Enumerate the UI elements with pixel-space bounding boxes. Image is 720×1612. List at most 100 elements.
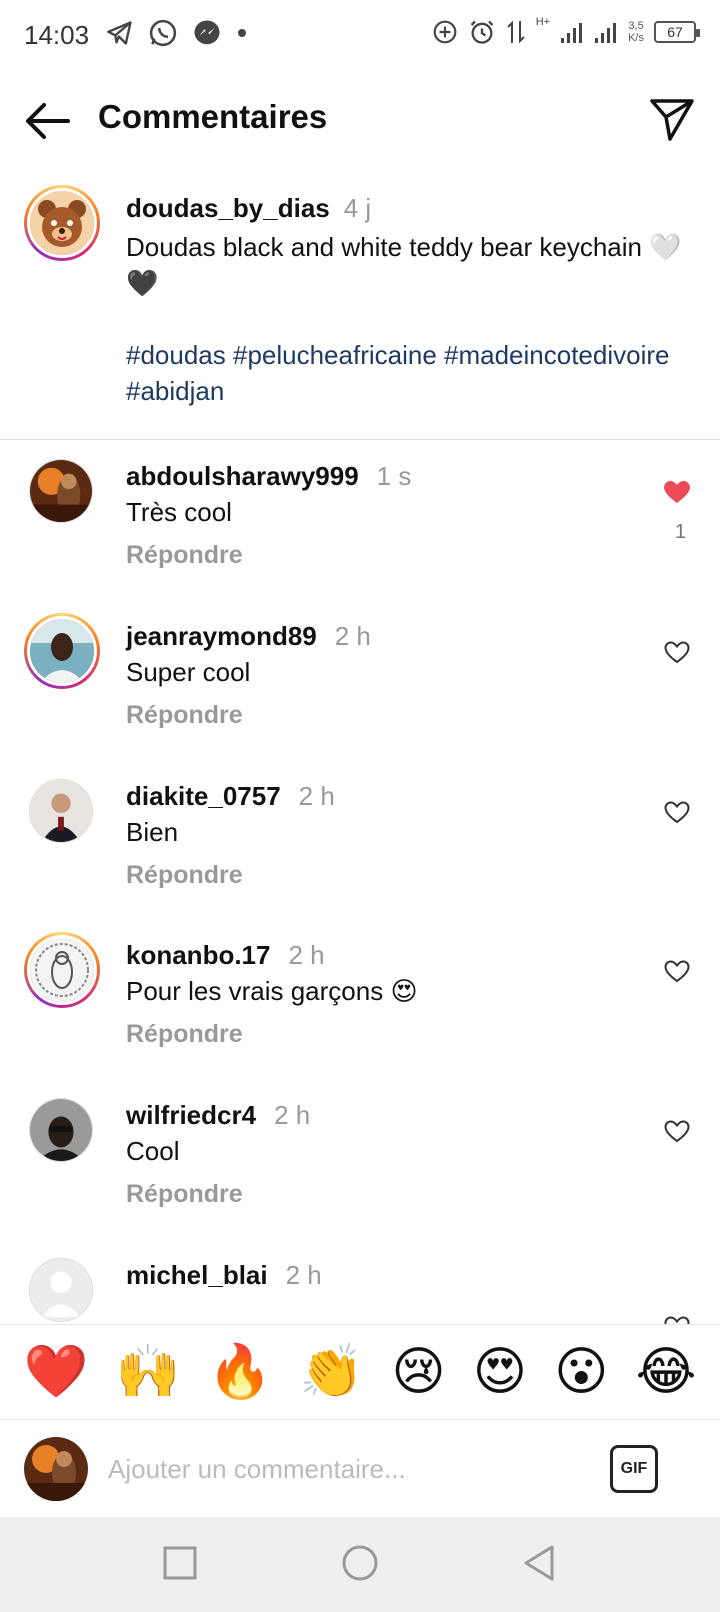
comment-item: diakite_0757 2 h Bien Répondre xyxy=(0,775,720,939)
comment-input[interactable] xyxy=(108,1447,578,1491)
emoji-fire-button[interactable]: 🔥 xyxy=(207,1342,272,1402)
caption-text: Doudas black and white teddy bear keycha… xyxy=(126,232,682,298)
comment-time: 2 h xyxy=(274,1100,311,1130)
signal-icon-1 xyxy=(561,23,583,43)
emoji-crying-button[interactable]: 😢 xyxy=(391,1342,445,1402)
comment-text: Bien xyxy=(126,817,179,847)
like-count: 1 xyxy=(674,521,686,543)
commenter-avatar[interactable] xyxy=(29,1098,93,1162)
comment-item: michel_blai 2 h xyxy=(0,1254,720,1324)
comment-user-line: jeanraymond89 2 h xyxy=(126,621,371,652)
caption-username-line: doudas_by_dias 4 j xyxy=(126,193,371,224)
reply-button[interactable]: Répondre xyxy=(126,541,243,570)
avatar-image xyxy=(30,780,92,842)
header: Commentaires xyxy=(0,80,720,160)
heart-outline-icon[interactable] xyxy=(664,960,690,984)
comment-username[interactable]: diakite_0757 xyxy=(126,781,281,811)
commenter-avatar[interactable] xyxy=(29,1258,93,1322)
comment-user-line: wilfriedcr4 2 h xyxy=(126,1100,310,1131)
caption-time: 4 j xyxy=(343,193,372,223)
reply-button[interactable]: Répondre xyxy=(126,701,243,730)
comment-username[interactable]: konanbo.17 xyxy=(126,940,270,970)
speed-unit: K/s xyxy=(628,32,644,44)
status-bar: 14:03 H+ 3,5 K/s 67 xyxy=(0,0,720,72)
data-saver-icon xyxy=(433,20,457,44)
comment-time: 2 h xyxy=(334,621,371,651)
data-transfer-icon xyxy=(507,20,525,44)
heart-outline-icon[interactable] xyxy=(664,1316,690,1324)
commenter-avatar[interactable] xyxy=(29,459,93,523)
battery-icon: 67 xyxy=(654,21,700,43)
avatar-image xyxy=(30,619,94,683)
signal-icon-2 xyxy=(595,23,617,43)
emoji-raised-hands-button[interactable]: 🙌 xyxy=(116,1342,181,1402)
commenter-avatar[interactable] xyxy=(24,613,100,689)
messenger-icon xyxy=(194,20,220,45)
avatar-image xyxy=(30,1099,92,1161)
comment-item: jeanraymond89 2 h Super cool Répondre xyxy=(0,613,720,779)
comment-text: Pour les vrais garçons 😍 xyxy=(126,976,418,1006)
more-notifications-icon xyxy=(238,29,246,37)
page-title: Commentaires xyxy=(98,98,328,135)
comment-time: 2 h xyxy=(285,1260,322,1290)
comment-text: Très cool xyxy=(126,497,232,527)
speed-value: 3,5 xyxy=(628,20,644,32)
reply-button[interactable]: Répondre xyxy=(126,861,243,890)
telegram-icon xyxy=(107,21,132,45)
home-icon[interactable] xyxy=(340,1543,380,1583)
comment-user-line: michel_blai 2 h xyxy=(126,1260,322,1291)
caption-username[interactable]: doudas_by_dias xyxy=(126,193,330,223)
emoji-heart-button[interactable]: ❤️ xyxy=(24,1342,89,1402)
caption-hashtags[interactable]: #doudas #pelucheafricaine #madeincotediv… xyxy=(126,337,686,409)
teddy-bear-logo xyxy=(30,191,94,255)
commenter-avatar[interactable] xyxy=(29,779,93,843)
gif-button[interactable]: GIF xyxy=(610,1445,658,1493)
comment-item: wilfriedcr4 2 h Cool Répondre xyxy=(0,1094,720,1258)
heart-outline-icon[interactable] xyxy=(664,801,690,825)
alarm-icon xyxy=(470,20,494,44)
gif-label: GIF xyxy=(620,1460,648,1477)
back-nav-icon[interactable] xyxy=(520,1543,560,1583)
comment-item: abdoulsharawy999 1 s Très cool Répondre 1 xyxy=(0,455,720,619)
notification-icons xyxy=(106,18,248,48)
status-time: 14:03 xyxy=(24,20,90,50)
emoji-clapping-button[interactable]: 👏 xyxy=(299,1342,364,1402)
system-status-icons: H+ 3,5 K/s 67 xyxy=(432,16,700,46)
comment-user-line: abdoulsharawy999 1 s xyxy=(126,461,411,492)
comment-time: 2 h xyxy=(298,781,335,811)
send-icon[interactable] xyxy=(648,95,696,143)
whatsapp-icon xyxy=(149,19,177,47)
commenter-avatar[interactable] xyxy=(24,932,100,1008)
emoji-heart-eyes-button[interactable]: 😍 xyxy=(473,1342,527,1402)
my-avatar xyxy=(24,1437,88,1501)
comment-time: 1 s xyxy=(376,461,412,491)
default-avatar-icon xyxy=(30,1259,92,1321)
heart-outline-icon[interactable] xyxy=(664,1120,690,1144)
comment-time: 2 h xyxy=(288,940,325,970)
back-arrow-icon[interactable] xyxy=(22,98,72,144)
comment-username[interactable]: abdoulsharawy999 xyxy=(126,461,359,491)
network-type: H+ xyxy=(535,16,551,28)
avatar-image xyxy=(30,938,94,1002)
emoji-laughing-button[interactable]: 😂 xyxy=(636,1342,697,1402)
reply-button[interactable]: Répondre xyxy=(126,1020,243,1049)
avatar-image xyxy=(30,460,92,522)
network-speed: 3,5 K/s xyxy=(628,20,644,44)
heart-outline-icon[interactable] xyxy=(664,641,690,665)
quick-emoji-bar: ❤️ 🙌 🔥 👏 😢 😍 😮 😂 xyxy=(0,1324,720,1420)
post-caption: doudas_by_dias 4 j Doudas black and white… xyxy=(0,185,720,440)
comment-text: Super cool xyxy=(126,657,251,687)
battery-level: 67 xyxy=(667,24,683,40)
avatar-image xyxy=(24,1437,88,1501)
system-nav-bar xyxy=(0,1517,720,1612)
comment-username[interactable]: jeanraymond89 xyxy=(126,621,317,651)
caption-avatar[interactable] xyxy=(24,185,100,261)
comment-item: konanbo.17 2 h Pour les vrais garçons 😍 R… xyxy=(0,932,720,1098)
comment-username[interactable]: michel_blai xyxy=(126,1260,268,1290)
comment-composer: GIF xyxy=(0,1421,720,1517)
reply-button[interactable]: Répondre xyxy=(126,1180,243,1209)
recent-apps-icon[interactable] xyxy=(160,1543,200,1583)
emoji-surprised-button[interactable]: 😮 xyxy=(554,1342,608,1402)
liked-heart-icon[interactable] xyxy=(664,481,690,505)
comment-username[interactable]: wilfriedcr4 xyxy=(126,1100,256,1130)
